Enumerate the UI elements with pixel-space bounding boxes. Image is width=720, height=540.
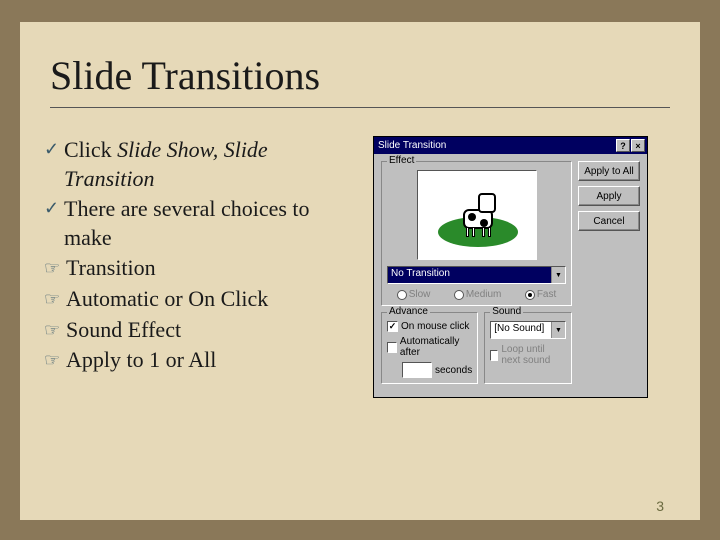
sub-bullet-item: ☞ Automatic or On Click: [44, 285, 355, 314]
bullet-item: ✓ There are several choices to make: [44, 195, 355, 252]
preview-cow-icon: [458, 191, 498, 231]
speed-radio-row: Slow Medium Fast: [387, 289, 566, 300]
check-icon: ✓: [44, 195, 64, 220]
apply-to-all-button[interactable]: Apply to All: [578, 161, 640, 181]
close-button[interactable]: ×: [631, 139, 645, 152]
dialog-title-text: Slide Transition: [378, 140, 615, 151]
sound-dropdown[interactable]: [No Sound] ▼: [490, 321, 566, 339]
sound-groupbox: Sound [No Sound] ▼ Loop until next sound: [484, 312, 572, 384]
sub-bullet-item: ☞ Sound Effect: [44, 316, 355, 345]
slide-title: Slide Transitions: [50, 52, 670, 99]
sub-bullet-item: ☞ Apply to 1 or All: [44, 346, 355, 375]
radio-icon: [397, 290, 407, 300]
transition-preview: [417, 170, 537, 260]
check-icon: ✓: [44, 136, 64, 161]
advance-label: Advance: [387, 306, 430, 317]
speed-slow-radio[interactable]: Slow: [397, 289, 431, 300]
dialog-main-column: Effect: [381, 161, 572, 390]
speed-medium-radio[interactable]: Medium: [454, 289, 502, 300]
dialog-button-column: Apply to All Apply Cancel: [578, 161, 640, 390]
page-number: 3: [656, 498, 664, 514]
bullet-text: Sound Effect: [66, 316, 181, 345]
seconds-input[interactable]: [402, 362, 432, 378]
sound-label: Sound: [490, 306, 523, 317]
apply-button[interactable]: Apply: [578, 186, 640, 206]
dialog-bottom-row: Advance ✓ On mouse click Automatically a…: [381, 312, 572, 390]
hand-icon: ☞: [44, 346, 66, 372]
effect-groupbox: Effect: [381, 161, 572, 306]
hand-icon: ☞: [44, 285, 66, 311]
help-button[interactable]: ?: [616, 139, 630, 152]
bullet-text: Apply to 1 or All: [66, 346, 216, 375]
loop-sound-checkbox[interactable]: Loop until next sound: [490, 344, 566, 366]
advance-groupbox: Advance ✓ On mouse click Automatically a…: [381, 312, 478, 384]
bullet-text: There are several choices to make: [64, 195, 355, 252]
chevron-down-icon: ▼: [551, 267, 565, 283]
effect-label: Effect: [387, 155, 416, 166]
speed-fast-radio[interactable]: Fast: [525, 289, 556, 300]
dialog-column: Slide Transition ? × Effect: [373, 136, 670, 398]
on-mouse-click-checkbox[interactable]: ✓ On mouse click: [387, 321, 472, 332]
checkbox-icon: [490, 350, 498, 361]
auto-after-checkbox[interactable]: Automatically after: [387, 336, 472, 358]
content-row: ✓ Click Slide Show, Slide Transition ✓ T…: [50, 136, 670, 398]
seconds-label: seconds: [435, 365, 472, 376]
bullet-text: Transition: [66, 254, 156, 283]
cancel-button[interactable]: Cancel: [578, 211, 640, 231]
checkbox-icon: ✓: [387, 321, 398, 332]
hand-icon: ☞: [44, 316, 66, 342]
checkbox-icon: [387, 342, 397, 353]
dialog-titlebar: Slide Transition ? ×: [374, 137, 647, 154]
radio-icon: [454, 290, 464, 300]
title-underline: [50, 107, 670, 108]
bullet-item: ✓ Click Slide Show, Slide Transition: [44, 136, 355, 193]
bullet-text: Automatic or On Click: [66, 285, 268, 314]
sub-bullet-item: ☞ Transition: [44, 254, 355, 283]
seconds-row: seconds: [402, 362, 472, 378]
bullet-text-column: ✓ Click Slide Show, Slide Transition ✓ T…: [50, 136, 355, 398]
hand-icon: ☞: [44, 254, 66, 280]
radio-icon: [525, 290, 535, 300]
dialog-body: Effect: [374, 154, 647, 397]
transition-selected: No Transition: [388, 267, 551, 283]
bullet-text: Click Slide Show, Slide Transition: [64, 136, 355, 193]
sound-selected: [No Sound]: [491, 322, 551, 338]
transition-dropdown[interactable]: No Transition ▼: [387, 266, 566, 284]
slide-transition-dialog: Slide Transition ? × Effect: [373, 136, 648, 398]
chevron-down-icon: ▼: [551, 322, 565, 338]
slide-frame: Slide Transitions ✓ Click Slide Show, Sl…: [20, 22, 700, 520]
